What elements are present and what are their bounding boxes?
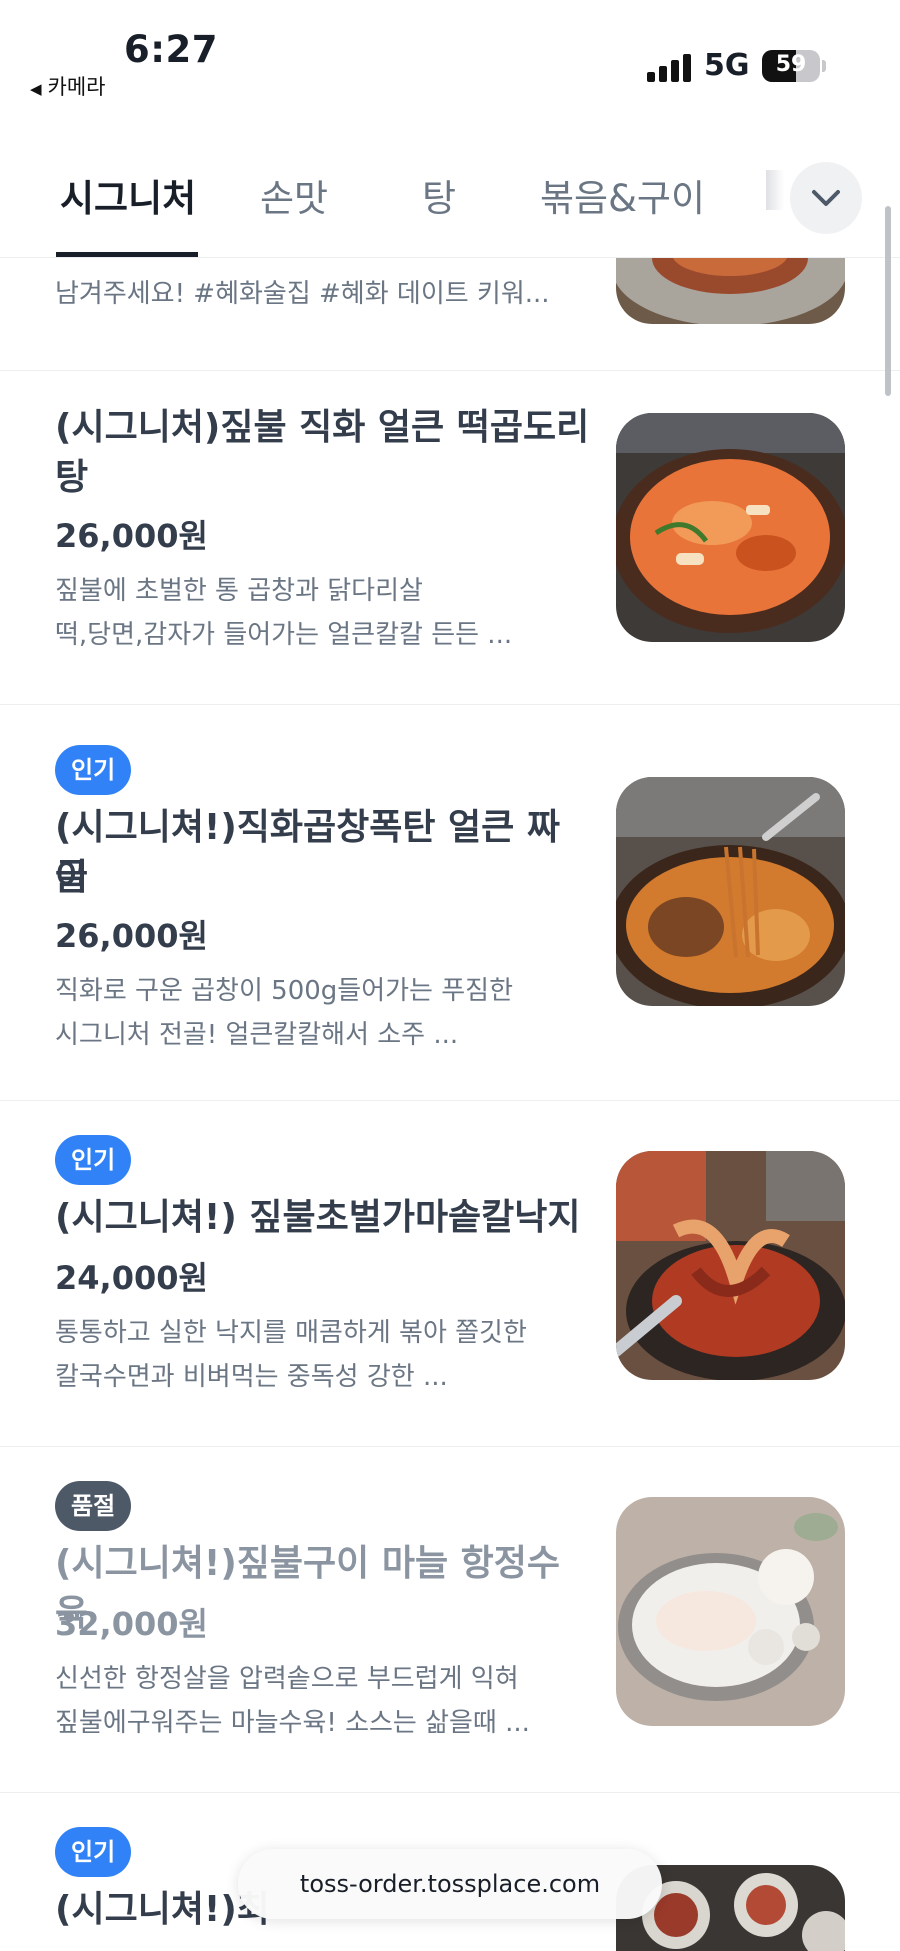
item-description-line2: 시그니처 전골! 얼큰칼칼해서 소주 ... bbox=[55, 1020, 459, 1050]
item-name-line1: (시그니쳐!) 짚불초벌가마솥칼낙지 bbox=[55, 1197, 581, 1238]
status-bar: 6:27 ◀ 카메라 5G 59 bbox=[0, 0, 900, 120]
status-time: 6:27 bbox=[124, 28, 219, 71]
tab-bokkeum-gui[interactable]: 볶음&구이 bbox=[540, 168, 705, 222]
item-price: 26,000원 bbox=[55, 517, 208, 555]
popular-badge: 인기 bbox=[55, 1827, 132, 1877]
tab-tang[interactable]: 탕 bbox=[422, 168, 456, 222]
item-price: 26,000원 bbox=[55, 917, 208, 955]
expand-categories-button[interactable] bbox=[790, 162, 862, 234]
item-description-line1: 직화로 구운 곱창이 500g들어가는 푸짐한 bbox=[55, 976, 513, 1006]
back-triangle-icon: ◀ bbox=[30, 80, 42, 98]
item-description-line2: 떡,당면,감자가 들어가는 얼큰칼칼 든든 ... bbox=[55, 620, 513, 650]
chevron-down-icon bbox=[812, 190, 840, 206]
tab-overflow-fade bbox=[766, 170, 784, 210]
item-name-line1: (시그니처)짚불 직화 얼큰 떡곱도리 bbox=[55, 407, 590, 448]
sold-out-badge: 품절 bbox=[55, 1481, 132, 1531]
tab-sonmat[interactable]: 손맛 bbox=[260, 168, 328, 222]
menu-item[interactable]: 인기 (시그니쳐!) 짚불초벌가마솥칼낙지 24,000원 통통하고 실한 낙지… bbox=[0, 1101, 900, 1447]
url-bar[interactable]: toss-order.tossplace.com bbox=[238, 1849, 662, 1919]
item-photo bbox=[616, 777, 845, 1006]
popular-badge: 인기 bbox=[55, 745, 132, 795]
tab-signature[interactable]: 시그니처 bbox=[60, 168, 196, 222]
battery-icon: 59 bbox=[762, 50, 820, 82]
menu-item-sold-out[interactable]: 품절 (시그니쳐!)짚불구이 마늘 항정수육 32,000원 신선한 항정살을 … bbox=[0, 1447, 900, 1793]
item-price: 32,000원 bbox=[55, 1605, 208, 1643]
item-photo bbox=[616, 1151, 845, 1380]
item-price: 24,000원 bbox=[55, 1259, 208, 1297]
scrollbar[interactable] bbox=[885, 206, 891, 396]
menu-item-partial[interactable]: 남겨주세요! #혜화술집 #혜화 데이트 키워... bbox=[0, 228, 900, 371]
item-photo bbox=[616, 413, 845, 642]
menu-item[interactable]: 인기 (시그니쳐!)직화곱창폭탄 얼큰 짜글 이 26,000원 직화로 구운 … bbox=[0, 705, 900, 1101]
battery-percent: 59 bbox=[775, 52, 807, 77]
signal-icon bbox=[647, 52, 691, 82]
item-name-line2: 탕 bbox=[55, 457, 89, 498]
item-description-line1: 짚불에 초벌한 통 곱창과 닭다리살 bbox=[55, 576, 423, 606]
category-tabs: 시그니처 손맛 탕 볶음&구이 bbox=[0, 150, 900, 258]
item-photo bbox=[616, 1497, 845, 1726]
active-tab-indicator bbox=[56, 252, 198, 257]
item-description-line2: 짚불에구워주는 마늘수육! 소스는 삶을때 ... bbox=[55, 1708, 530, 1738]
item-description-line1: 신선한 항정살을 압력솥으로 부드럽게 익혀 bbox=[55, 1664, 519, 1694]
popular-badge: 인기 bbox=[55, 1135, 132, 1185]
back-app-label: 카메라 bbox=[47, 75, 106, 99]
back-to-app-link[interactable]: ◀ 카메라 bbox=[30, 71, 106, 101]
item-name-line2: 이 bbox=[55, 857, 89, 898]
item-description: 남겨주세요! #혜화술집 #혜화 데이트 키워... bbox=[55, 279, 550, 309]
menu-item[interactable]: (시그니처)짚불 직화 얼큰 떡곱도리 탕 26,000원 짚불에 초벌한 통 … bbox=[0, 371, 900, 705]
network-type: 5G bbox=[704, 48, 750, 83]
battery-cap bbox=[822, 60, 826, 72]
item-description-line1: 통통하고 실한 낙지를 매콤하게 볶아 쫄깃한 bbox=[55, 1318, 527, 1348]
item-description-line2: 칼국수면과 비벼먹는 중독성 강한 ... bbox=[55, 1362, 448, 1392]
